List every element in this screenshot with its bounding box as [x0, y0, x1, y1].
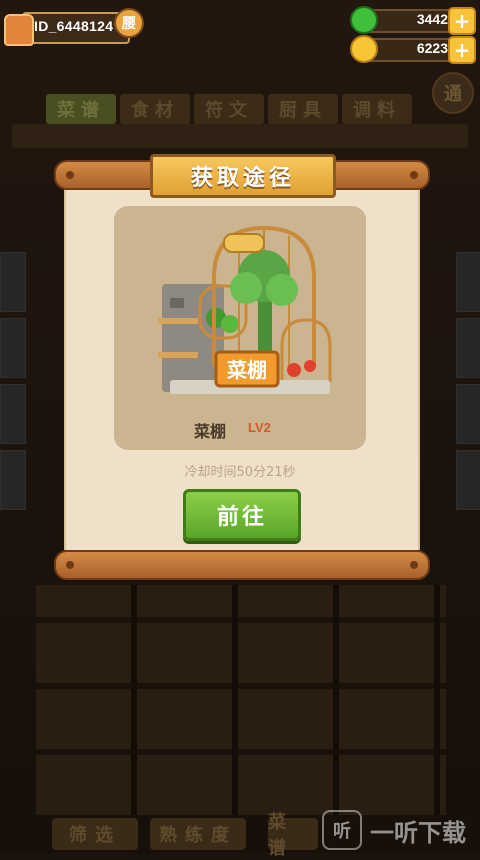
filter-button[interactable]: 筛选 — [52, 818, 138, 850]
tab-ingredients[interactable]: 食材 — [120, 94, 190, 124]
recipe-button[interactable]: 菜谱 — [268, 812, 318, 859]
watermark-text: 一听下载 — [370, 818, 466, 847]
side-slot — [456, 384, 480, 444]
tree-crown — [266, 274, 298, 306]
side-slot — [0, 384, 26, 444]
proficiency-button[interactable]: 熟练度 — [150, 818, 246, 850]
side-slot — [0, 252, 26, 312]
recipe-grid — [36, 585, 446, 815]
item-name: 菜棚 — [194, 422, 227, 441]
plant-leaf — [221, 315, 239, 333]
side-slot — [456, 450, 480, 510]
gem-icon — [350, 6, 378, 34]
item-card: 菜棚 — [114, 206, 366, 450]
tab-runes[interactable]: 符文 — [194, 94, 264, 124]
popup-title: 获取途径 — [190, 166, 295, 191]
category-tabs: 菜谱 食材 符文 厨具 调料 — [46, 94, 412, 124]
popup-title-plate: 获取途径 — [150, 154, 336, 198]
sign-label: 菜棚 — [226, 358, 267, 382]
avatar[interactable] — [4, 14, 34, 46]
coin-value: 6223 — [416, 40, 448, 56]
side-slot — [0, 318, 26, 378]
scroll-bottom-rod — [54, 550, 430, 580]
watermark: 听 一听下载 — [322, 810, 466, 850]
wall-window — [170, 298, 184, 308]
tree-crown — [230, 272, 262, 304]
side-slot — [456, 252, 480, 312]
add-coins-button[interactable]: + — [448, 36, 476, 64]
player-info[interactable]: ID_6448124 腰 — [4, 8, 144, 46]
tomato — [304, 360, 316, 372]
gem-counter: 3442 + — [350, 6, 476, 35]
tomato — [287, 363, 301, 377]
coin-counter: 6223 + — [350, 35, 476, 64]
background-shelf — [12, 124, 468, 148]
round-menu-button[interactable]: 通 — [432, 72, 474, 114]
tab-recipes[interactable]: 菜谱 — [46, 94, 116, 124]
coin-icon — [350, 35, 378, 63]
gem-value: 3442 — [416, 11, 448, 27]
shelf-plank — [158, 318, 198, 324]
greenhouse-image: 菜棚 — [158, 225, 332, 394]
watermark-logo-icon: 听 — [322, 810, 362, 850]
cooldown-timer: 冷却时间50分21秒 — [184, 465, 296, 480]
add-gems-button[interactable]: + — [448, 7, 476, 35]
tab-cookware[interactable]: 厨具 — [268, 94, 338, 124]
side-slot — [0, 450, 26, 510]
item-level: LV2 — [248, 420, 271, 435]
go-button[interactable]: 前往 — [183, 489, 301, 541]
tab-seasoning[interactable]: 调料 — [342, 94, 412, 124]
rank-badge: 腰 — [114, 8, 144, 38]
side-slot — [456, 318, 480, 378]
log — [223, 233, 265, 253]
shelf-plank — [158, 352, 198, 358]
player-id: ID_6448124 — [34, 18, 114, 34]
